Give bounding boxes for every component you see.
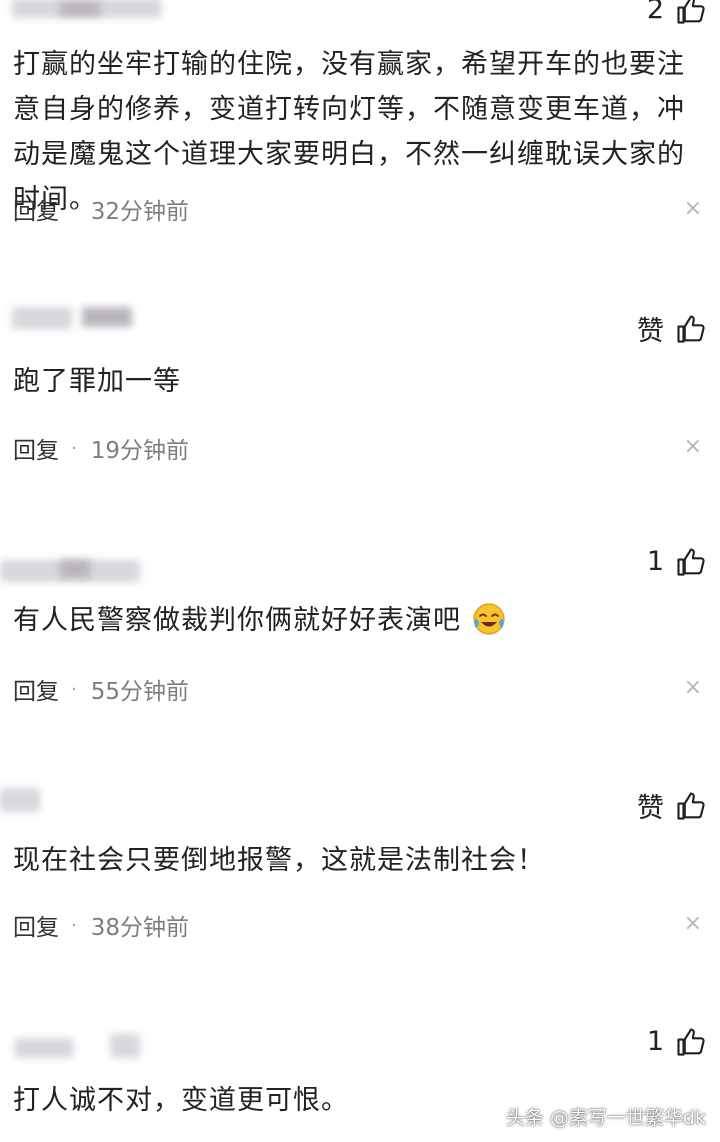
comment-item: 1 有人民警察做裁判你俩就好好表演吧 回复 · 55分钟前 × (0, 540, 720, 765)
like-button[interactable]: 1 (647, 546, 706, 577)
comment-text: 跑了罪加一等 (13, 366, 181, 397)
close-icon[interactable]: × (684, 911, 702, 936)
username-blur (60, 2, 100, 16)
comment-item: 赞 跑了罪加一等 回复 · 19分钟前 × (0, 295, 720, 535)
reply-button[interactable]: 回复 (13, 672, 59, 706)
close-icon[interactable]: × (684, 196, 702, 221)
separator: · (71, 678, 77, 700)
timestamp: 32分钟前 (90, 199, 190, 225)
comment-item: 赞 现在社会只要倒地报警，这就是法制社会！ 回复 · 38分钟前 × (0, 780, 720, 1000)
like-count: 1 (646, 1026, 664, 1057)
like-button[interactable]: 2 (647, 0, 706, 25)
thumb-up-icon (677, 791, 705, 820)
comment-text-body: 有人民警察做裁判你俩就好好表演吧 (13, 605, 461, 636)
timestamp: 38分钟前 (90, 915, 190, 941)
close-icon[interactable]: × (684, 675, 702, 700)
thumb-up-icon (677, 314, 705, 343)
comment-meta: 回复 · 32分钟前 (13, 192, 189, 226)
comment-meta: 回复 · 55分钟前 (13, 672, 189, 706)
like-button[interactable]: 赞 (637, 309, 706, 348)
separator: · (71, 198, 77, 220)
thumb-up-icon (677, 547, 705, 576)
comment-meta: 回复 · 19分钟前 (13, 431, 189, 465)
comment-text: 有人民警察做裁判你俩就好好表演吧 (13, 598, 708, 643)
timestamp: 19分钟前 (90, 438, 190, 464)
like-count: 1 (646, 546, 664, 577)
comment-text: 现在社会只要倒地报警，这就是法制社会！ (13, 845, 545, 876)
username-blur (60, 560, 90, 578)
comment-meta: 回复 · 38分钟前 (13, 908, 189, 942)
separator: · (71, 914, 77, 936)
thumb-up-icon (677, 1027, 705, 1056)
like-count: 2 (646, 0, 664, 25)
like-button[interactable]: 1 (647, 1026, 706, 1057)
reply-button[interactable]: 回复 (13, 192, 59, 226)
like-button[interactable]: 赞 (637, 786, 706, 825)
separator: · (71, 437, 77, 459)
crying-laughing-emoji (472, 603, 505, 635)
like-label: 赞 (637, 316, 664, 347)
reply-button[interactable]: 回复 (13, 908, 59, 942)
watermark: 头条 @素写一世繁华dk (505, 1107, 706, 1129)
reply-button[interactable]: 回复 (13, 431, 59, 465)
username-blur (0, 788, 40, 812)
username-blur (12, 307, 72, 329)
username-blur (82, 307, 132, 327)
timestamp: 55分钟前 (90, 679, 190, 705)
like-label: 赞 (637, 793, 664, 824)
username-blur (14, 1038, 74, 1058)
username-blur (110, 1034, 140, 1058)
close-icon[interactable]: × (684, 434, 702, 459)
thumb-up-icon (677, 0, 705, 24)
comment-item: 2 打赢的坐牢打输的住院，没有赢家，希望开车的也要注意自身的修养，变道打转向灯等… (0, 0, 720, 280)
